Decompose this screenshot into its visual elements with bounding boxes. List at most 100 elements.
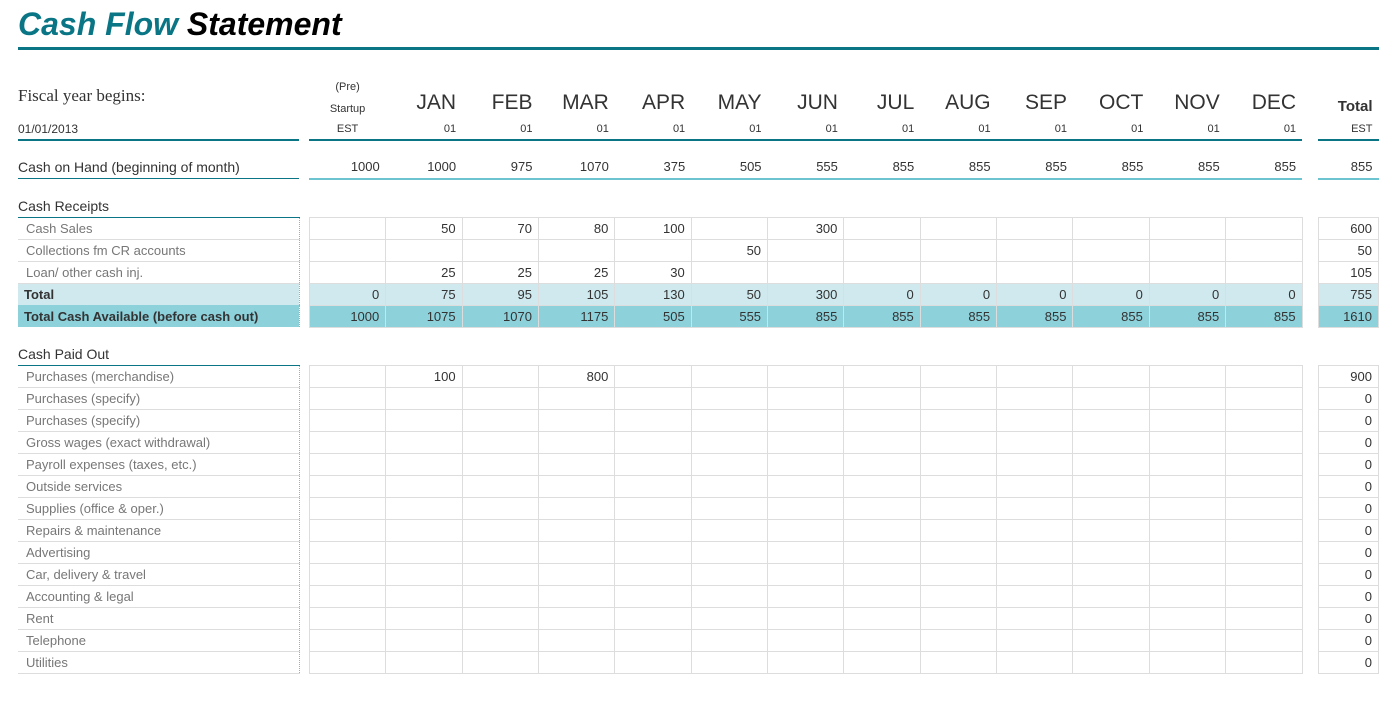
paid-row-2-total: 0 xyxy=(1318,410,1378,432)
receipts-row-0-total: 600 xyxy=(1318,217,1378,239)
paid-row-0-m1 xyxy=(462,366,538,388)
receipts-row-2-m5 xyxy=(768,261,844,283)
paid-row-2-m9 xyxy=(1073,410,1149,432)
col-total-h: Total xyxy=(1318,74,1378,118)
paid-row-13-m9 xyxy=(1073,652,1149,674)
receipts-row-2: Loan/ other cash inj.25252530105 xyxy=(18,261,1379,283)
col-pre-mid: Startup xyxy=(309,96,385,118)
paid-row-5-m11 xyxy=(1226,476,1302,498)
paid-row-10-m5 xyxy=(768,586,844,608)
paid-row-1-m6 xyxy=(844,388,920,410)
paid-row-9-m7 xyxy=(920,564,996,586)
paid-row-10-m8 xyxy=(997,586,1073,608)
paid-row-3-m8 xyxy=(997,432,1073,454)
paid-row-8: Advertising0 xyxy=(18,542,1379,564)
col-sub-jan: 01 xyxy=(386,118,462,140)
paid-row-3-m3 xyxy=(615,432,691,454)
paid-row-7-total: 0 xyxy=(1318,520,1378,542)
paid-row-8-m1 xyxy=(462,542,538,564)
receipts-row-2-m4 xyxy=(691,261,767,283)
paid-row-13-m7 xyxy=(920,652,996,674)
tca-row-m0: 1075 xyxy=(386,305,462,327)
paid-row-1: Purchases (specify) 0 xyxy=(18,388,1379,410)
col-pre-top: (Pre) xyxy=(309,74,385,96)
receipts-total-row-m3: 130 xyxy=(615,283,691,305)
tca-row-m7: 855 xyxy=(920,305,996,327)
col-month-aug: AUG xyxy=(920,74,996,118)
receipts-row-0-m8 xyxy=(997,217,1073,239)
receipts-row-2-m0: 25 xyxy=(386,261,462,283)
receipts-row-0-m9 xyxy=(1073,217,1149,239)
paid-row-13-m1 xyxy=(462,652,538,674)
paid-row-4-m3 xyxy=(615,454,691,476)
paid-row-3-m1 xyxy=(462,432,538,454)
paid-row-6-m9 xyxy=(1073,498,1149,520)
paid-row-1-pre xyxy=(309,388,385,410)
paid-row-3-m0 xyxy=(386,432,462,454)
paid-row-10-m0 xyxy=(386,586,462,608)
paid-section-label: Cash Paid Out xyxy=(18,343,299,366)
paid-row-13: Utilities0 xyxy=(18,652,1379,674)
paid-row-8-m6 xyxy=(844,542,920,564)
paid-row-12-m4 xyxy=(691,630,767,652)
paid-row-11-m6 xyxy=(844,608,920,630)
paid-row-8-m11 xyxy=(1226,542,1302,564)
paid-row-8-m10 xyxy=(1149,542,1225,564)
paid-row-3-label: Gross wages (exact withdrawal) xyxy=(18,432,299,454)
tca-row-m6: 855 xyxy=(844,305,920,327)
paid-row-3-pre xyxy=(309,432,385,454)
paid-row-12-m10 xyxy=(1149,630,1225,652)
paid-row-5-m5 xyxy=(768,476,844,498)
paid-row-0-m2: 800 xyxy=(538,366,614,388)
paid-row-1-m10 xyxy=(1149,388,1225,410)
paid-row-2-m11 xyxy=(1226,410,1302,432)
paid-row-1-total: 0 xyxy=(1318,388,1378,410)
tca-row-m8: 855 xyxy=(997,305,1073,327)
coh-aug: 855 xyxy=(920,156,996,179)
receipts-row-0-m3: 100 xyxy=(615,217,691,239)
section-cash-paid-out: Cash Paid Out xyxy=(18,343,1379,366)
paid-row-0-label: Purchases (merchandise) xyxy=(18,366,299,388)
receipts-total-row-m5: 300 xyxy=(768,283,844,305)
receipts-row-0-m6 xyxy=(844,217,920,239)
paid-row-1-m5 xyxy=(768,388,844,410)
receipts-total-row-m9: 0 xyxy=(1073,283,1149,305)
paid-row-3-m10 xyxy=(1149,432,1225,454)
paid-row-13-m0 xyxy=(386,652,462,674)
tca-row-m5: 855 xyxy=(768,305,844,327)
paid-row-12-total: 0 xyxy=(1318,630,1378,652)
paid-row-4-m8 xyxy=(997,454,1073,476)
receipts-row-2-m2: 25 xyxy=(538,261,614,283)
paid-row-6-m7 xyxy=(920,498,996,520)
coh-feb: 975 xyxy=(462,156,538,179)
paid-row-2-m0 xyxy=(386,410,462,432)
paid-row-12-m1 xyxy=(462,630,538,652)
paid-row-1-m4 xyxy=(691,388,767,410)
paid-row-13-m6 xyxy=(844,652,920,674)
col-month-nov: NOV xyxy=(1149,74,1225,118)
receipts-row-2-m1: 25 xyxy=(462,261,538,283)
col-sub-aug: 01 xyxy=(920,118,996,140)
paid-row-1-label: Purchases (specify) xyxy=(18,388,299,410)
paid-row-12: Telephone0 xyxy=(18,630,1379,652)
receipts-row-0-pre xyxy=(309,217,385,239)
paid-row-2-m7 xyxy=(920,410,996,432)
paid-row-3-m2 xyxy=(538,432,614,454)
paid-row-5-m4 xyxy=(691,476,767,498)
paid-row-0-m8 xyxy=(997,366,1073,388)
col-month-apr: APR xyxy=(615,74,691,118)
section-cash-receipts: Cash Receipts xyxy=(18,195,1379,218)
paid-row-3: Gross wages (exact withdrawal)0 xyxy=(18,432,1379,454)
paid-row-11-m1 xyxy=(462,608,538,630)
paid-row-0-m11 xyxy=(1226,366,1302,388)
receipts-row-1: Collections fm CR accounts5050 xyxy=(18,239,1379,261)
paid-row-6-label: Supplies (office & oper.) xyxy=(18,498,299,520)
paid-row-10-m11 xyxy=(1226,586,1302,608)
paid-row-6-m6 xyxy=(844,498,920,520)
paid-row-8-total: 0 xyxy=(1318,542,1378,564)
receipts-row-0-m11 xyxy=(1226,217,1302,239)
col-sub-jul: 01 xyxy=(844,118,920,140)
col-sub-may: 01 xyxy=(691,118,767,140)
paid-row-9-m2 xyxy=(538,564,614,586)
paid-row-4-m4 xyxy=(691,454,767,476)
